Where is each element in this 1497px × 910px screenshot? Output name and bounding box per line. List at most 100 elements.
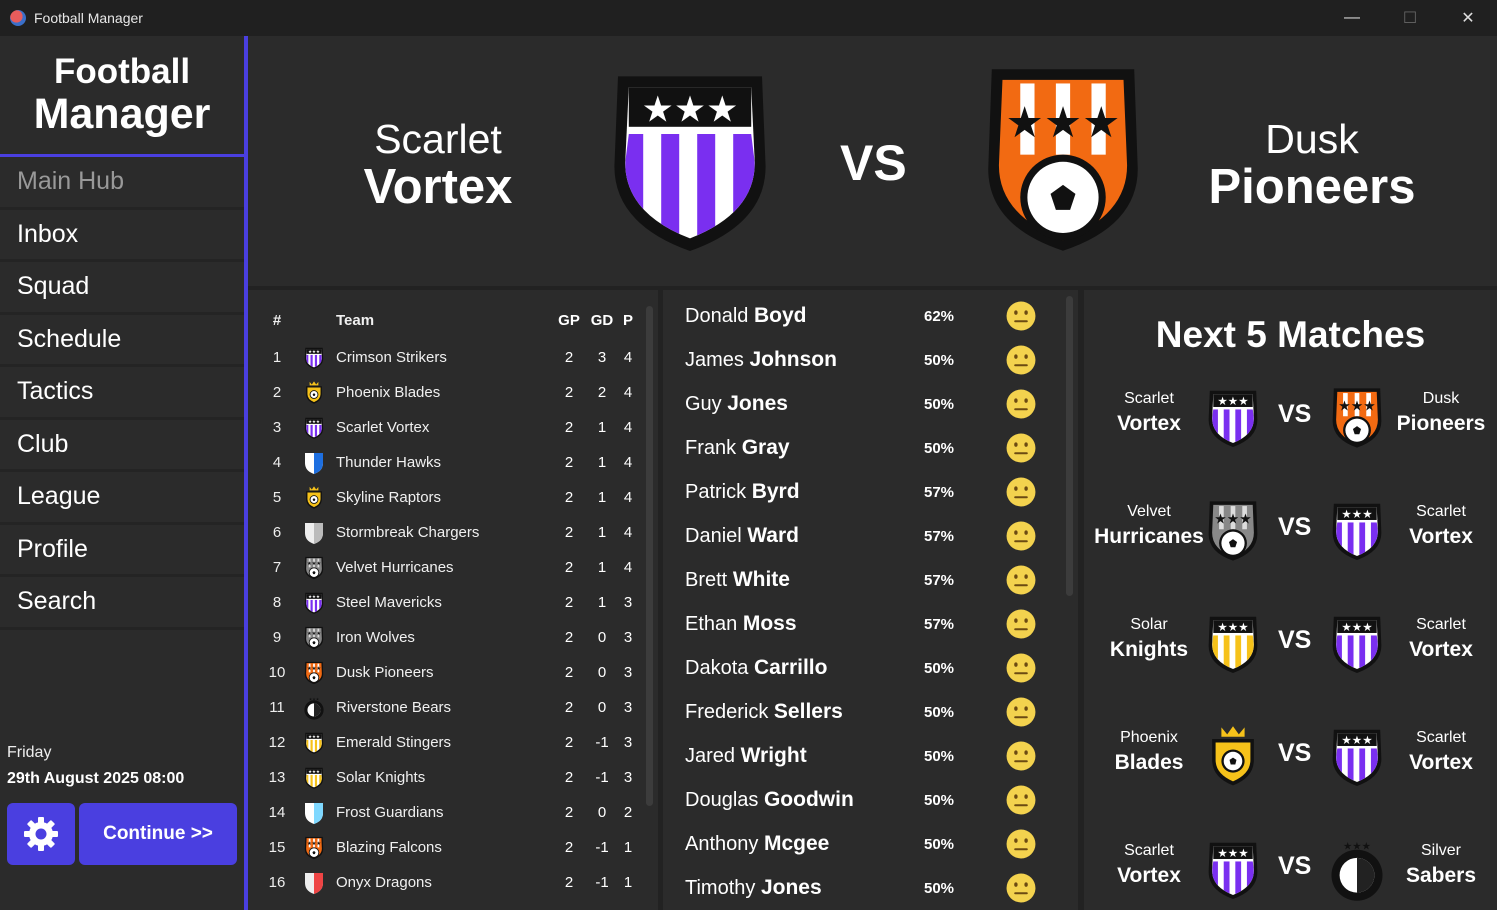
table-row[interactable]: 7 Velvet Hurricanes 2 1 4 — [262, 550, 656, 585]
league-table: # Team GP GD P 1 Crimson Strikers 2 3 4 … — [262, 300, 656, 910]
nav-tactics[interactable]: Tactics — [0, 367, 244, 420]
table-row[interactable]: 15 Blazing Falcons 2 -1 1 — [262, 830, 656, 865]
table-row[interactable]: 3 Scarlet Vortex 2 1 4 — [262, 410, 656, 445]
nav-league[interactable]: League — [0, 472, 244, 525]
row-team: Steel Mavericks — [336, 594, 442, 611]
table-row[interactable]: 10 Dusk Pioneers 2 0 3 — [262, 655, 656, 690]
continue-button[interactable]: Continue >> — [79, 803, 237, 865]
table-row[interactable]: 5 Skyline Raptors 2 1 4 — [262, 480, 656, 515]
player-name: Donald Boyd — [685, 304, 806, 328]
row-gp: 2 — [564, 419, 574, 436]
upcoming-match[interactable]: Solar Knights VS Scarlet Vortex — [1084, 604, 1497, 684]
row-gd: 0 — [597, 664, 607, 681]
row-position: 12 — [268, 734, 286, 751]
maximize-button[interactable]: ☐ — [1381, 0, 1439, 36]
row-team: Riverstone Bears — [336, 699, 452, 716]
table-row[interactable]: 11 Riverstone Bears 2 0 3 — [262, 690, 656, 725]
scarlet-vortex-crest-icon — [303, 416, 325, 440]
match-home-team: Phoenix Blades — [1114, 729, 1184, 774]
upcoming-match[interactable]: Velvet Hurricanes VS Scarlet Vortex — [1084, 491, 1497, 571]
row-team: Scarlet Vortex — [336, 419, 430, 436]
row-gd: -1 — [595, 734, 609, 751]
player-row[interactable]: Guy Jones 50% — [666, 382, 1066, 426]
player-name: Jared Wright — [685, 744, 807, 768]
player-row[interactable]: Ethan Moss 57% — [666, 602, 1066, 646]
table-row[interactable]: 13 Solar Knights 2 -1 3 — [262, 760, 656, 795]
table-row[interactable]: 9 Iron Wolves 2 0 3 — [262, 620, 656, 655]
settings-button[interactable] — [7, 803, 75, 865]
row-position: 2 — [272, 384, 282, 401]
away-team-last: Pioneers — [1208, 160, 1416, 214]
minimize-button[interactable]: — — [1323, 0, 1381, 36]
player-row[interactable]: Anthony Mcgee 50% — [666, 822, 1066, 866]
table-row[interactable]: 8 Steel Mavericks 2 1 3 — [262, 585, 656, 620]
player-last-name: Byrd — [751, 480, 800, 503]
thunder-hawks-crest-icon — [305, 452, 323, 474]
home-team-name: Scarlet Vortex — [298, 116, 578, 212]
velvet-hurricanes-crest-icon — [1204, 499, 1262, 563]
nav-inbox[interactable]: Inbox — [0, 210, 244, 262]
player-morale-percent: 50% — [924, 351, 955, 369]
match-vs: VS — [1278, 626, 1312, 654]
player-row[interactable]: Brett White 57% — [666, 558, 1066, 602]
player-row[interactable]: Douglas Goodwin 50% — [666, 778, 1066, 822]
player-first-name: Anthony — [685, 833, 759, 855]
player-name: Daniel Ward — [685, 524, 799, 548]
neutral-face-icon — [1004, 563, 1038, 597]
nav-club[interactable]: Club — [0, 420, 244, 472]
upcoming-match[interactable]: Scarlet Vortex VS Dusk Pioneers — [1084, 378, 1497, 458]
row-position: 3 — [272, 419, 282, 436]
brand-line-2: Manager — [33, 90, 211, 138]
player-morale-percent: 50% — [924, 835, 955, 853]
row-gp: 2 — [564, 664, 574, 681]
player-row[interactable]: Frank Gray 50% — [666, 426, 1066, 470]
row-gd: 1 — [597, 594, 607, 611]
upcoming-match[interactable]: Scarlet Vortex VS Silver Sabers — [1084, 830, 1497, 910]
table-row[interactable]: 12 Emerald Stingers 2 -1 3 — [262, 725, 656, 760]
player-row[interactable]: Donald Boyd 62% — [666, 294, 1066, 338]
nav-schedule[interactable]: Schedule — [0, 315, 244, 367]
row-points: 3 — [623, 699, 633, 716]
row-gd: -1 — [595, 769, 609, 786]
table-row[interactable]: 16 Onyx Dragons 2 -1 1 — [262, 865, 656, 900]
player-row[interactable]: Frederick Sellers 50% — [666, 690, 1066, 734]
neutral-face-icon — [1004, 783, 1038, 817]
neutral-face-icon — [1004, 299, 1038, 333]
skyline-raptors-crest-icon — [303, 486, 325, 510]
nav-search[interactable]: Search — [0, 577, 244, 630]
neutral-face-icon — [1004, 651, 1038, 685]
player-row[interactable]: Patrick Byrd 57% — [666, 470, 1066, 514]
player-name: Douglas Goodwin — [685, 788, 854, 812]
player-name: Dakota Carrillo — [685, 656, 827, 680]
player-last-name: Boyd — [753, 304, 807, 327]
player-row[interactable]: Jared Wright 50% — [666, 734, 1066, 778]
close-button[interactable]: ✕ — [1439, 0, 1497, 36]
scarlet-vortex-crest-icon — [1204, 386, 1262, 450]
table-row[interactable]: 1 Crimson Strikers 2 3 4 — [262, 340, 656, 375]
player-morale-percent: 57% — [924, 615, 955, 633]
player-row[interactable]: Dakota Carrillo 50% — [666, 646, 1066, 690]
player-list-scrollbar[interactable] — [1066, 296, 1073, 596]
upcoming-match[interactable]: Phoenix Blades VS Scarlet Vortex — [1084, 717, 1497, 797]
vs-label: VS — [840, 135, 907, 191]
row-position: 14 — [268, 804, 286, 821]
table-row[interactable]: 2 Phoenix Blades 2 2 4 — [262, 375, 656, 410]
player-name: Ethan Moss — [685, 612, 797, 636]
player-first-name: Patrick — [685, 481, 747, 503]
player-row[interactable]: Daniel Ward 57% — [666, 514, 1066, 558]
row-points: 4 — [623, 524, 633, 541]
league-table-scrollbar[interactable] — [646, 306, 653, 806]
table-row[interactable]: 4 Thunder Hawks 2 1 4 — [262, 445, 656, 480]
table-row[interactable]: 6 Stormbreak Chargers 2 1 4 — [262, 515, 656, 550]
player-row[interactable]: James Johnson 50% — [666, 338, 1066, 382]
player-last-name: Jones — [760, 876, 822, 899]
nav-squad[interactable]: Squad — [0, 262, 244, 315]
nav-main-hub[interactable]: Main Hub — [0, 157, 244, 210]
gear-icon — [24, 817, 58, 851]
player-first-name: Daniel — [685, 525, 742, 547]
table-row[interactable]: 14 Frost Guardians 2 0 2 — [262, 795, 656, 830]
col-pos: # — [272, 311, 282, 329]
player-row[interactable]: Timothy Jones 50% — [666, 866, 1066, 910]
nav-profile[interactable]: Profile — [0, 525, 244, 577]
player-last-name: Ward — [747, 524, 799, 547]
